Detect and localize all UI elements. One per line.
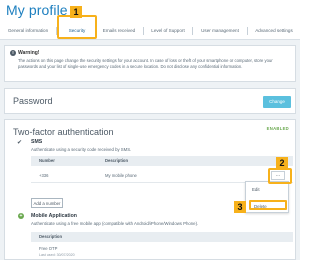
step-callout-2: 2 xyxy=(276,157,288,169)
password-title: Password xyxy=(13,96,53,106)
tab-general-information[interactable]: General information xyxy=(2,23,54,39)
tab-level-of-support[interactable]: Level of Support xyxy=(147,23,189,39)
tab-divider xyxy=(247,27,248,35)
column-header-number: Number xyxy=(39,158,55,163)
warning-box: ! Warning! The actions on this page chan… xyxy=(4,45,296,82)
warning-icon: ! xyxy=(10,50,16,56)
mobile-app-description: Authenticate using a free mobile app (co… xyxy=(31,221,199,226)
change-password-button[interactable]: Change xyxy=(263,96,291,108)
mobile-table-header: Description xyxy=(31,232,293,242)
profile-tabs: General information Security Emails rece… xyxy=(0,23,300,39)
phone-description: My mobile phone xyxy=(105,173,137,178)
tab-advanced-settings[interactable]: Advanced settings xyxy=(250,23,298,39)
sms-title: SMS xyxy=(31,139,43,145)
phone-number: +336 xyxy=(39,173,49,178)
plus-icon: + xyxy=(18,213,24,219)
sms-table-header: Number Description xyxy=(31,156,293,166)
tab-emails-received[interactable]: Emails received xyxy=(98,23,140,39)
column-header-description: Description xyxy=(105,158,129,163)
sms-description: Authenticate using a security code recei… xyxy=(31,147,132,152)
step-callout-1: 1 xyxy=(70,6,82,18)
security-tab-highlight xyxy=(57,15,97,39)
app-last-used: Last used: 30/07/2020 xyxy=(39,253,75,257)
tab-user-management[interactable]: User management xyxy=(196,23,244,39)
mobile-app-title: Mobile Application xyxy=(31,213,77,219)
two-factor-title: Two-factor authentication xyxy=(13,127,114,137)
app-name: Free OTP xyxy=(39,246,58,251)
menu-item-delete[interactable]: Delete xyxy=(249,200,287,210)
check-icon: ✔ xyxy=(17,140,23,146)
password-card: Password Change xyxy=(4,88,296,114)
status-badge: ENABLED xyxy=(266,126,289,131)
menu-item-edit[interactable]: Edit xyxy=(252,187,260,192)
add-number-button[interactable]: Add a number xyxy=(31,198,63,208)
warning-text: The actions on this page change the secu… xyxy=(18,58,273,69)
row-actions-menu: Edit Delete xyxy=(245,181,289,213)
tab-divider xyxy=(192,27,193,35)
warning-title: Warning! xyxy=(18,50,40,56)
tab-divider xyxy=(143,27,144,35)
row-actions-highlight xyxy=(268,168,292,184)
step-callout-3: 3 xyxy=(234,201,246,213)
column-header-description: Description xyxy=(39,234,63,239)
